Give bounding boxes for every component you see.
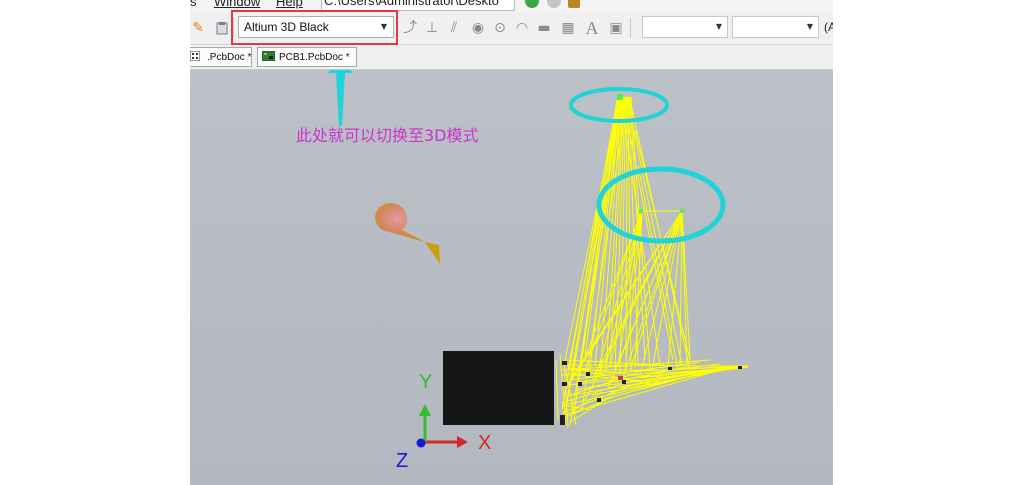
menu-item-s[interactable]: s <box>190 0 197 9</box>
bookmark-icon[interactable] <box>568 0 580 8</box>
fanout-icon[interactable]: ⊥ <box>424 20 440 36</box>
fill-icon[interactable]: ▬ <box>536 20 552 36</box>
highlight-ellipse-middle <box>596 166 726 244</box>
clipboard-icon[interactable] <box>214 20 230 36</box>
axis-x-label: X <box>478 432 492 454</box>
light-source-marker <box>375 203 440 264</box>
3d-scene <box>328 70 749 448</box>
pad-markers <box>560 94 742 425</box>
polygon-icon[interactable]: ▦ <box>560 20 576 36</box>
document-tab-bar: .PcbDoc * PCB1.PcbDoc * <box>190 45 833 70</box>
diff-pair-icon[interactable]: ⫽ <box>446 20 462 36</box>
axis-z-label: Z <box>396 450 409 472</box>
via-icon[interactable]: ◉ <box>470 20 486 36</box>
tab-pcb1-pcbdoc[interactable]: PCB1.PcbDoc * <box>257 47 357 67</box>
toolbar-separator <box>630 18 631 38</box>
altium-window: s Window Help C:\Users\Administrator\Des… <box>190 0 833 485</box>
trailing-toolbar-text: (A <box>824 20 833 34</box>
pcb-board-icon <box>261 50 276 62</box>
axis-y-label: Y <box>419 371 433 393</box>
annotation-text: 此处就可以切换至3D模式 <box>296 126 479 145</box>
chevron-down-icon: ▼ <box>806 22 813 31</box>
component-icon[interactable]: ▣ <box>608 20 624 36</box>
filter-dropdown[interactable]: ▼ <box>732 16 819 38</box>
ratsnest-lines <box>555 96 749 429</box>
chevron-down-icon: ▼ <box>715 22 722 31</box>
layer-dropdown[interactable]: ▼ <box>642 16 728 38</box>
nav-disabled-icon[interactable] <box>547 0 561 8</box>
tab-pcbdoc[interactable]: .PcbDoc * <box>190 47 252 67</box>
toolbar: ✎ Altium 3D Black ▼ ⤴ ⊥ ⫽ ◉ ⊙ ◠ ▬ ▦ A ▣ … <box>190 10 833 45</box>
pcb-3d-viewport[interactable]: 此处就可以切换至3D模式 X Y Z <box>190 70 833 485</box>
document-path-text: C:\Users\Administrator\Deskto <box>324 0 499 8</box>
tab-label: PCB1.PcbDoc * <box>279 52 350 63</box>
route-icon[interactable]: ⤴ <box>402 20 418 36</box>
annotation-arrow <box>328 70 353 126</box>
menu-item-help[interactable]: Help <box>276 0 303 9</box>
text-icon[interactable]: A <box>584 19 600 37</box>
nav-forward-icon[interactable] <box>525 0 539 8</box>
tab-label: .PcbDoc * <box>207 52 252 63</box>
annotation-highlight-box <box>231 10 398 45</box>
pencil-icon[interactable]: ✎ <box>190 20 206 36</box>
component-body[interactable] <box>443 351 554 425</box>
arc-icon[interactable]: ◠ <box>514 20 530 36</box>
menu-item-window[interactable]: Window <box>214 0 260 9</box>
pcb-doc-icon <box>190 50 203 62</box>
pad-icon[interactable]: ⊙ <box>492 20 508 36</box>
